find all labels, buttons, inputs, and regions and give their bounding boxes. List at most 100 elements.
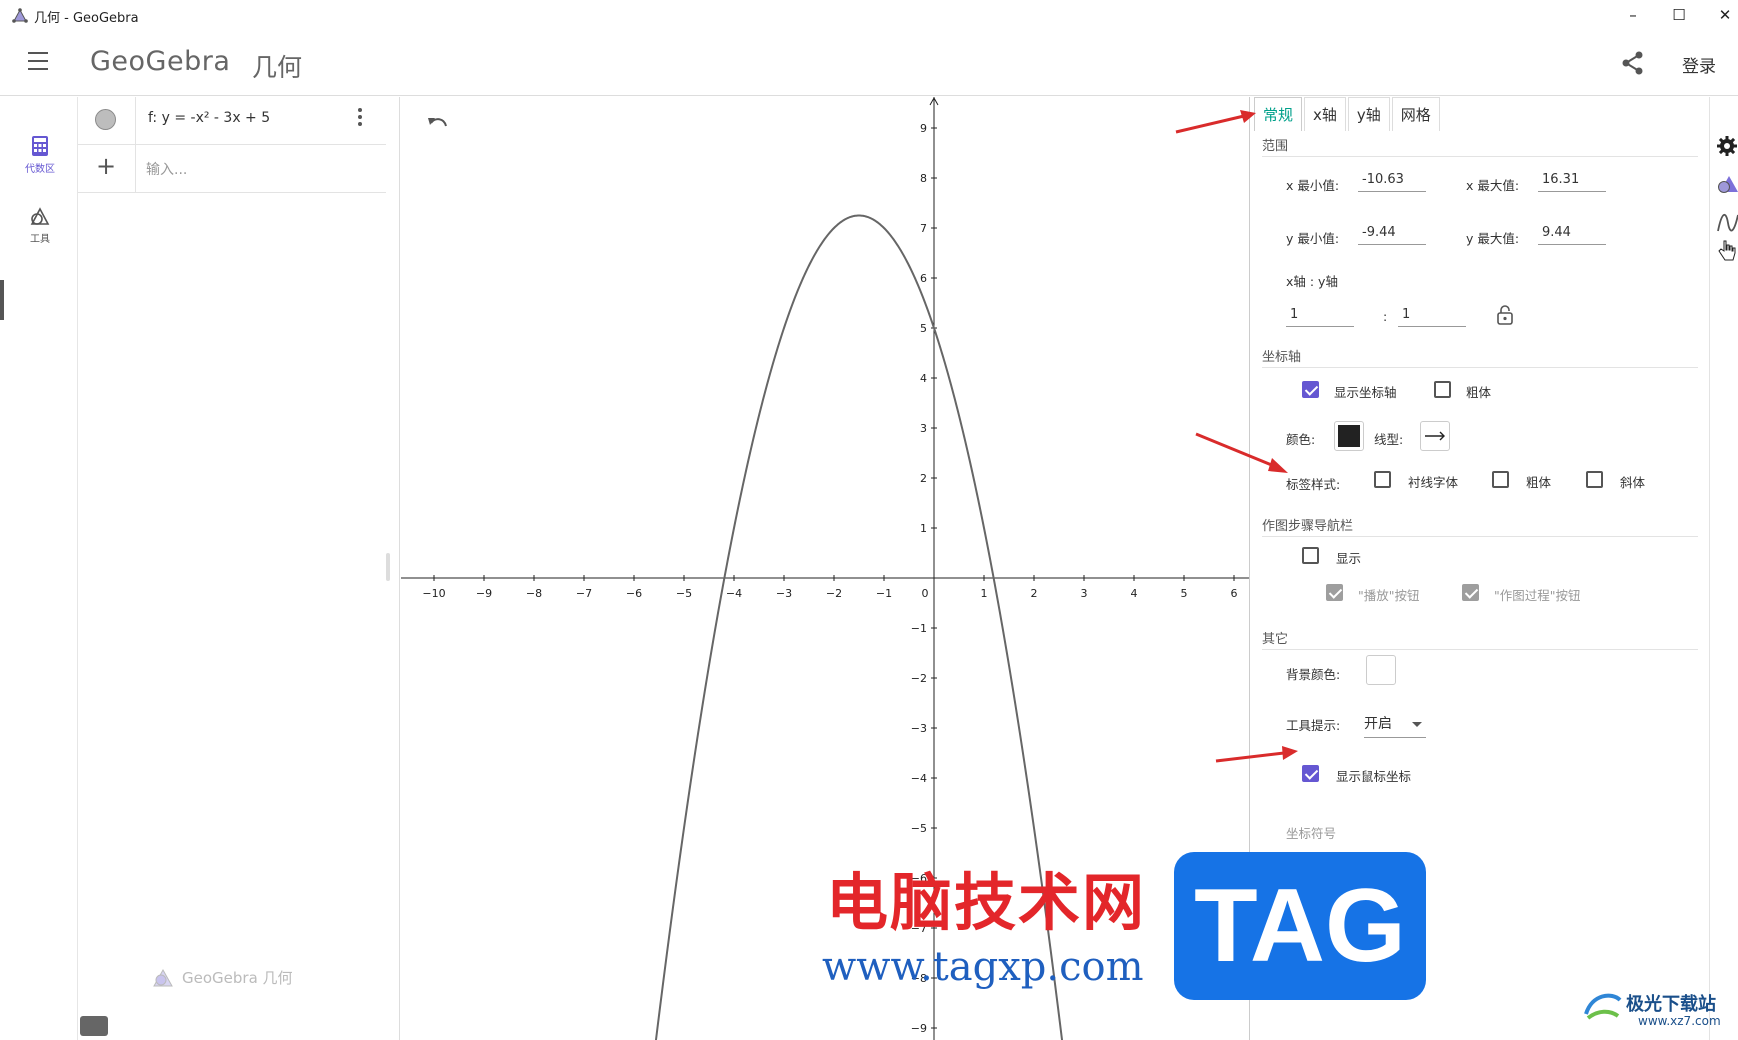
line-style-label: 线型: <box>1374 432 1404 447</box>
tab-grid[interactable]: 网格 <box>1391 97 1440 131</box>
lock-icon[interactable] <box>1496 305 1514 325</box>
axis-ratio-label: x轴 : y轴 <box>1286 274 1338 289</box>
x-tick-label: 0 <box>922 587 929 600</box>
axis-color-swatch[interactable] <box>1334 421 1364 451</box>
section-axes: 坐标轴 <box>1262 346 1698 368</box>
nav-tools[interactable]: 工具 <box>14 207 66 245</box>
tooltips-dropdown[interactable]: 开启 <box>1364 712 1426 738</box>
x-tick-label: −7 <box>576 587 592 600</box>
x-tick-label: −9 <box>476 587 492 600</box>
xmax-input[interactable]: 16.31 <box>1538 170 1606 192</box>
visibility-marker <box>78 97 136 145</box>
section-navbar: 作图步骤导航栏 <box>1262 515 1698 537</box>
more-options-icon[interactable] <box>358 108 364 128</box>
panel-resize-handle[interactable] <box>386 553 390 581</box>
x-tick-label: −2 <box>826 587 842 600</box>
show-axes-checkbox[interactable] <box>1302 381 1319 398</box>
x-tick-label: 3 <box>1081 587 1088 600</box>
axes-bold-label: 粗体 <box>1466 385 1492 400</box>
xmin-label: x 最小值: <box>1286 178 1340 193</box>
hand-cursor-icon <box>1718 240 1736 261</box>
geogebra-app-icon <box>12 8 28 23</box>
ratio-x-input[interactable]: 1 <box>1286 305 1354 327</box>
window-title: 几何 - GeoGebra <box>34 11 139 26</box>
bg-color-swatch[interactable] <box>1366 655 1396 685</box>
undo-icon[interactable] <box>426 114 450 134</box>
xmin-input[interactable]: -10.63 <box>1358 170 1426 192</box>
geogebra-logo-icon <box>153 968 173 986</box>
tab-yaxis[interactable]: y轴 <box>1347 97 1390 131</box>
italic-checkbox[interactable] <box>1586 471 1603 488</box>
ymin-input[interactable]: -9.44 <box>1358 223 1426 245</box>
arrow-line-icon <box>1425 431 1445 441</box>
show-navbar-checkbox[interactable] <box>1302 547 1319 564</box>
maximize-button[interactable]: ☐ <box>1656 0 1702 30</box>
construction-button-checkbox[interactable] <box>1462 584 1479 601</box>
watermark-url: www.tagxp.com <box>822 944 1144 990</box>
serif-checkbox[interactable] <box>1374 471 1391 488</box>
italic-label: 斜体 <box>1620 475 1646 490</box>
visibility-toggle[interactable] <box>95 109 116 130</box>
label-bold-checkbox[interactable] <box>1492 471 1509 488</box>
algebra-expression[interactable]: f: y = -x² - 3x + 5 <box>148 110 270 126</box>
share-icon[interactable] <box>1620 50 1646 76</box>
y-tick-label: −1 <box>911 622 927 635</box>
graphics-settings-icon[interactable] <box>1716 173 1738 195</box>
nav-algebra[interactable]: 代数区 <box>14 135 66 175</box>
annotation-arrow-tabs <box>1175 110 1256 134</box>
app-header: GeoGebra 几何 登录 <box>0 30 1738 96</box>
minimize-button[interactable]: – <box>1610 0 1656 30</box>
line-style-button[interactable] <box>1420 421 1450 451</box>
annotation-arrow-bgcolor <box>1215 746 1298 763</box>
label-style-label: 标签样式: <box>1286 477 1341 492</box>
x-tick-label: 5 <box>1181 587 1188 600</box>
mouse-coords-checkbox[interactable] <box>1302 765 1319 782</box>
algebra-row[interactable]: f: y = -x² - 3x + 5 <box>78 97 386 145</box>
brand-logo: GeoGebra <box>90 46 231 77</box>
x-tick-label: 4 <box>1131 587 1138 600</box>
axes-bold-checkbox[interactable] <box>1434 381 1451 398</box>
y-tick-label: 2 <box>920 472 927 485</box>
window-edge-marker <box>0 280 4 320</box>
y-tick-label: −5 <box>911 822 927 835</box>
plus-icon[interactable]: + <box>96 152 116 180</box>
algebra-input[interactable]: 输入... <box>146 159 187 179</box>
login-button[interactable]: 登录 <box>1682 52 1716 77</box>
algebra-panel: f: y = -x² - 3x + 5 + 输入... GeoGebra 几何 <box>78 97 400 1040</box>
close-window-button[interactable]: ✕ <box>1702 0 1738 30</box>
window-titlebar: 几何 - GeoGebra – ☐ ✕ <box>0 0 1738 30</box>
algebra-input-row[interactable]: + 输入... <box>78 145 386 193</box>
y-tick-label: 6 <box>920 272 927 285</box>
faint-coords-label: 坐标符号 <box>1286 826 1337 841</box>
menu-icon[interactable] <box>28 52 52 72</box>
y-tick-label: 1 <box>920 522 927 535</box>
watermark-site-url: www.xz7.com <box>1638 1014 1721 1028</box>
section-other: 其它 <box>1262 628 1698 650</box>
y-tick-label: 5 <box>920 322 927 335</box>
show-axes-label: 显示坐标轴 <box>1334 385 1397 400</box>
x-tick-label: 2 <box>1031 587 1038 600</box>
algebra-watermark-text: GeoGebra 几何 <box>182 969 293 987</box>
tab-xaxis[interactable]: x轴 <box>1304 97 1346 131</box>
algebra-watermark: GeoGebra 几何 <box>152 967 293 988</box>
nav-algebra-label: 代数区 <box>25 164 55 175</box>
gear-icon[interactable] <box>1716 135 1738 157</box>
function-graph-icon[interactable] <box>1716 211 1738 235</box>
mouse-coords-label: 显示鼠标坐标 <box>1336 769 1412 784</box>
y-tick-label: 8 <box>920 172 927 185</box>
app-name: 几何 <box>252 53 303 82</box>
nav-tools-label: 工具 <box>30 234 50 245</box>
watermark-tag-logo: TAG <box>1174 852 1426 1000</box>
ymax-input[interactable]: 9.44 <box>1538 223 1606 245</box>
label-bold-label: 粗体 <box>1526 475 1552 490</box>
x-tick-label: 6 <box>1231 587 1238 600</box>
x-tick-label: −10 <box>422 587 445 600</box>
play-button-checkbox[interactable] <box>1326 584 1343 601</box>
play-button-label: "播放"按钮 <box>1358 588 1420 603</box>
ratio-y-input[interactable]: 1 <box>1398 305 1466 327</box>
keyboard-icon[interactable] <box>80 1016 108 1036</box>
y-tick-label: 9 <box>920 122 927 135</box>
y-tick-label: −2 <box>911 672 927 685</box>
style-bar <box>1709 97 1738 1040</box>
tab-general[interactable]: 常规 <box>1254 97 1303 131</box>
